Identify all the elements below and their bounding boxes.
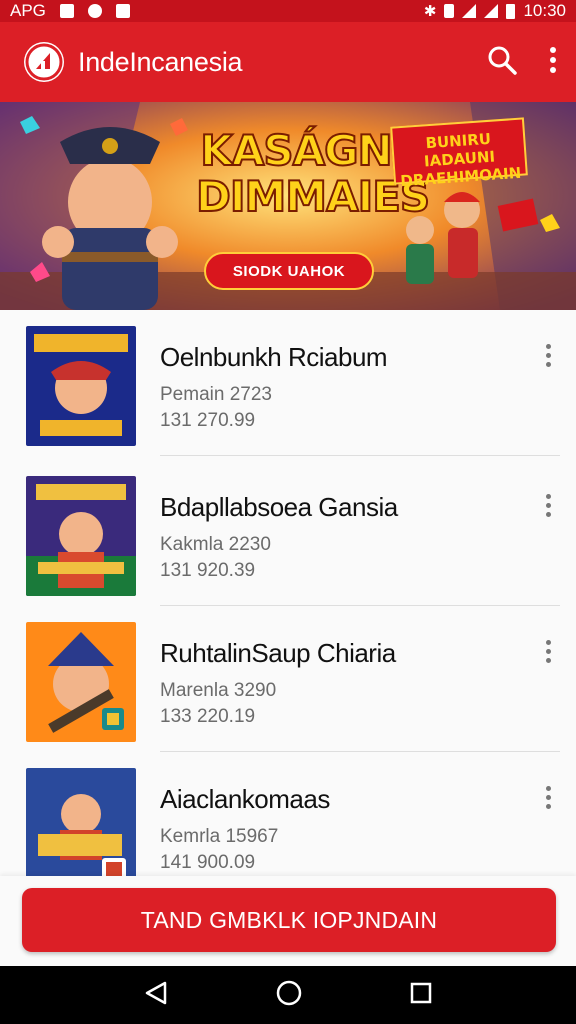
back-icon[interactable] bbox=[143, 980, 169, 1011]
recents-icon[interactable] bbox=[409, 981, 433, 1010]
app-title: IndeIncanesia bbox=[78, 46, 243, 77]
signal-icon bbox=[484, 4, 499, 18]
list-item[interactable]: Oelnbunkh Rciabum Pemain 2723 131 270.99 bbox=[0, 310, 576, 456]
game-subtitle: Pemain 2723 bbox=[160, 384, 272, 405]
list-item[interactable]: RuhtalinSaup Chiaria Marenla 3290 133 22… bbox=[0, 606, 576, 752]
more-vert-icon[interactable] bbox=[536, 340, 560, 370]
game-count: 131 920.39 bbox=[160, 560, 256, 581]
vibrate-icon bbox=[444, 4, 455, 18]
search-icon[interactable] bbox=[486, 44, 518, 81]
banner-cta-button[interactable]: SIODK UAHOK bbox=[204, 252, 374, 290]
game-subtitle: Marenla 3290 bbox=[160, 680, 277, 701]
game-name: Aiaclankomaas bbox=[160, 784, 330, 814]
game-count: 141 900.09 bbox=[160, 852, 256, 873]
game-subtitle: Kemrla 15967 bbox=[160, 826, 279, 847]
game-thumbnail bbox=[26, 622, 136, 742]
status-carrier-text: APG bbox=[10, 1, 46, 20]
bluetooth-icon: ✱ bbox=[423, 3, 437, 20]
more-vert-icon[interactable] bbox=[536, 636, 560, 666]
battery-icon bbox=[506, 3, 516, 19]
primary-cta-button[interactable]: TAND GMBKLK IOPJNDAIN bbox=[22, 888, 556, 952]
game-thumbnail bbox=[26, 768, 136, 888]
app-bar: IndeIncanesia bbox=[0, 22, 576, 102]
banner-title: KASÁGN DIMMAIES bbox=[195, 126, 431, 221]
game-count: 131 270.99 bbox=[160, 410, 256, 431]
banner-badge: BUNIRU IADAUNI DRAEHIMOAIN bbox=[390, 117, 528, 190]
notification-icon bbox=[59, 4, 74, 18]
game-subtitle: Kakmla 2230 bbox=[160, 534, 271, 555]
more-vert-icon[interactable] bbox=[536, 782, 560, 812]
more-vert-icon[interactable] bbox=[536, 490, 560, 520]
home-icon[interactable] bbox=[275, 979, 303, 1012]
game-thumbnail bbox=[26, 476, 136, 596]
game-name: RuhtalinSaup Chiaria bbox=[160, 638, 396, 668]
status-bar: APG ✱ 10:30 bbox=[0, 0, 576, 22]
game-name: Bdapllabsoea Gansia bbox=[160, 492, 398, 522]
game-count: 133 220.19 bbox=[160, 706, 256, 727]
list-item[interactable]: Bdapllabsoea Gansia Kakmla 2230 131 920.… bbox=[0, 460, 576, 606]
app-logo-icon bbox=[24, 42, 64, 82]
divider bbox=[160, 455, 560, 456]
game-thumbnail bbox=[26, 326, 136, 446]
system-nav-bar bbox=[0, 966, 576, 1024]
game-name: Oelnbunkh Rciabum bbox=[160, 342, 388, 372]
notification-icon bbox=[87, 4, 102, 18]
status-time: 10:30 bbox=[523, 1, 566, 20]
notification-icon bbox=[115, 4, 130, 18]
game-list: Oelnbunkh Rciabum Pemain 2723 131 270.99… bbox=[0, 310, 576, 888]
more-vert-icon[interactable] bbox=[548, 46, 558, 79]
wifi-icon bbox=[462, 4, 477, 18]
